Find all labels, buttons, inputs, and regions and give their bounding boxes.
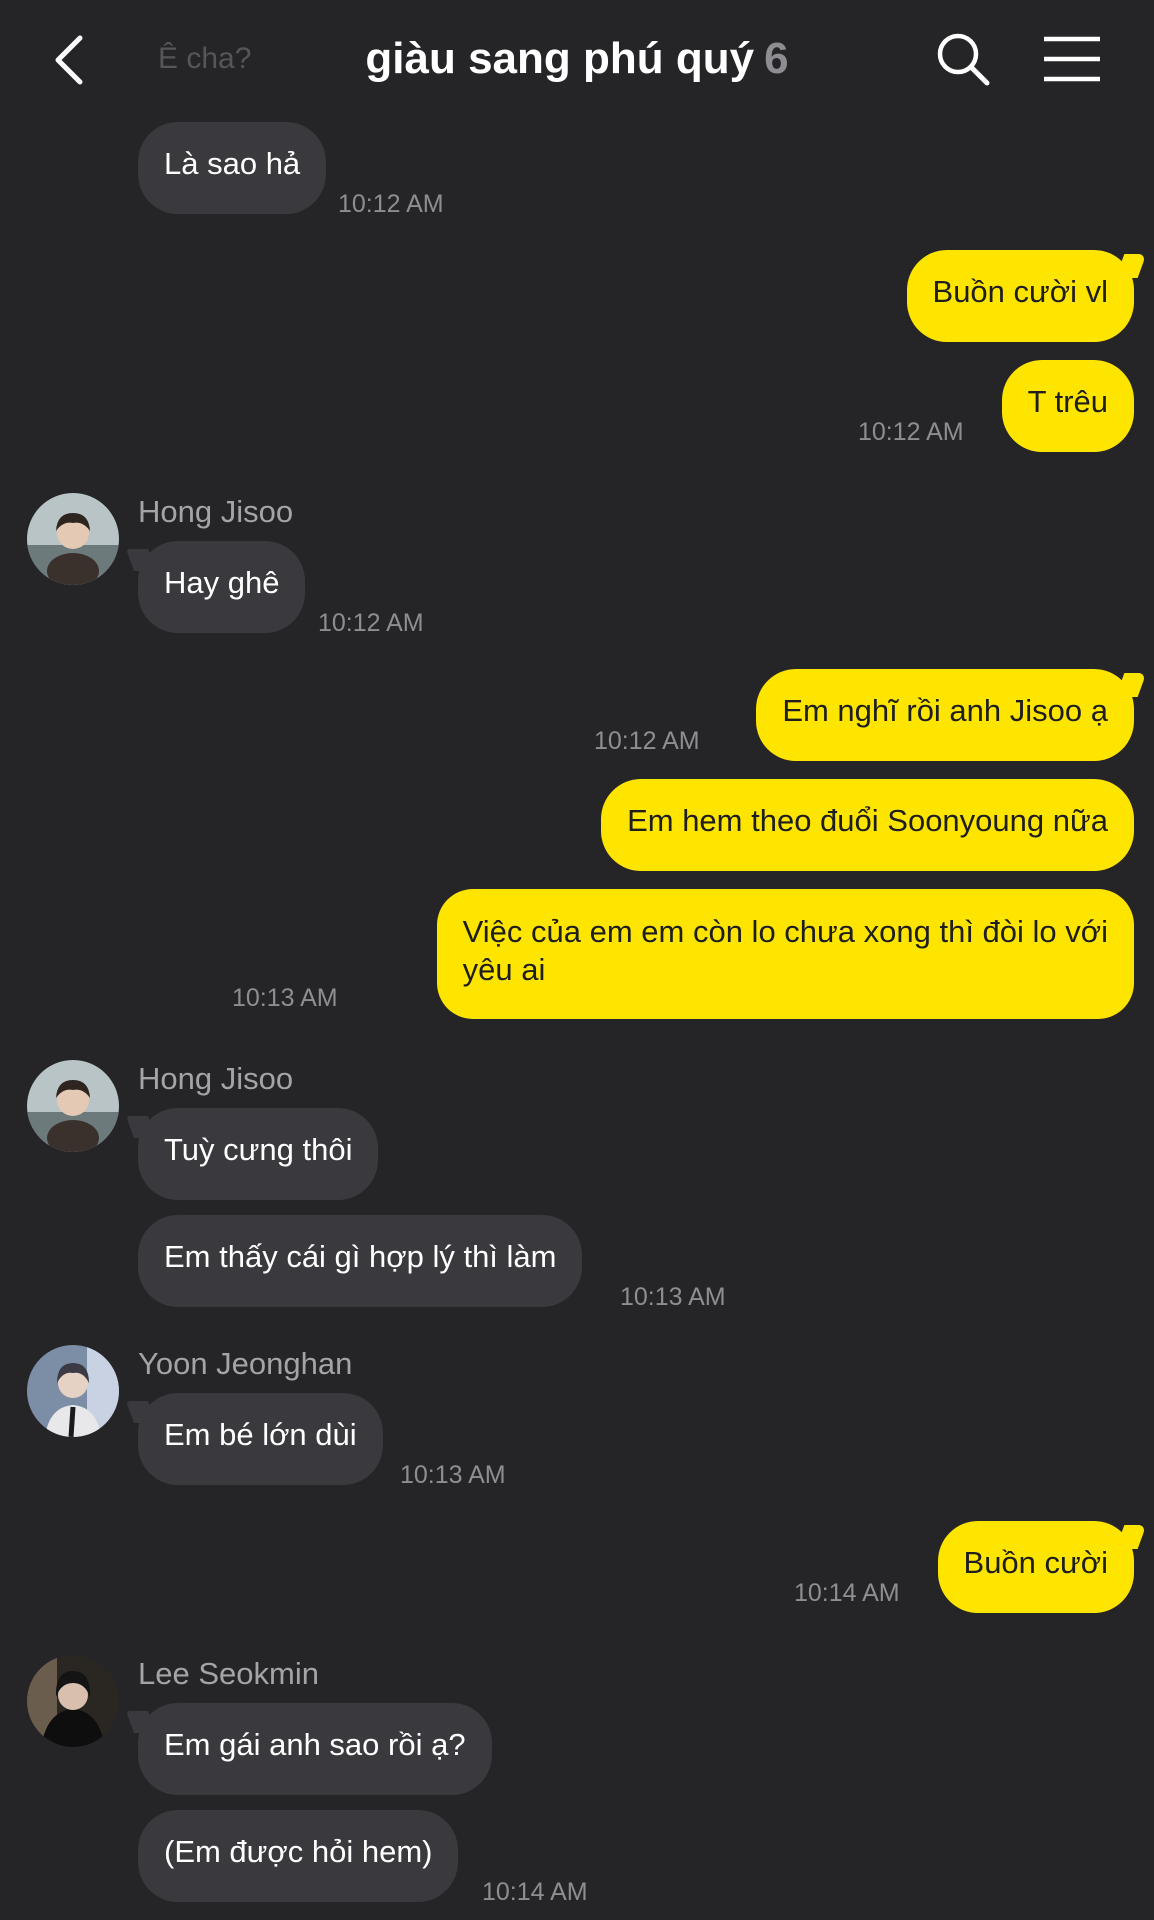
avatar[interactable] — [27, 1060, 119, 1152]
message-text: T trêu — [1027, 384, 1108, 419]
sender-name: Yoon Jeonghan — [138, 1346, 353, 1381]
search-icon[interactable] — [934, 30, 992, 88]
message-bubble[interactable]: Là sao hả — [138, 122, 327, 214]
message-bubble[interactable]: Hay ghê — [138, 541, 306, 633]
avatar[interactable] — [27, 493, 119, 585]
message-text: (Em được hỏi hem) — [164, 1834, 433, 1869]
message-text-line-1: Việc của em em còn lo chưa xong thì đòi … — [462, 914, 1108, 949]
message-text: Buồn cười vl — [932, 274, 1108, 309]
message-timestamp: 10:14 AM — [794, 1579, 900, 1607]
message-bubble[interactable]: Buồn cười vl — [906, 250, 1134, 342]
sender-name: Lee Seokmin — [138, 1656, 319, 1691]
chat-title-text: giàu sang phú quý — [365, 34, 755, 83]
message-timestamp: 10:12 AM — [338, 190, 444, 218]
message-text: Hay ghê — [164, 565, 280, 600]
avatar-image — [27, 1655, 119, 1747]
menu-icon[interactable] — [1040, 32, 1104, 86]
message-text: Em nghĩ rồi anh Jisoo ạ — [782, 693, 1108, 728]
avatar[interactable] — [27, 1655, 119, 1747]
message-bubble[interactable]: Buồn cười — [937, 1521, 1134, 1613]
avatar-image — [27, 1060, 119, 1152]
avatar[interactable] — [27, 1345, 119, 1437]
message-timestamp: 10:13 AM — [232, 984, 338, 1012]
message-bubble[interactable]: Em hem theo đuổi Soonyoung nữa — [601, 779, 1134, 871]
message-timestamp: 10:14 AM — [482, 1878, 588, 1906]
chat-header: Ê cha? giàu sang phú quý 6 — [0, 0, 1154, 120]
message-timestamp: 10:13 AM — [620, 1283, 726, 1311]
message-text: Em bé lớn dùi — [164, 1417, 357, 1452]
member-count: 6 — [764, 34, 789, 83]
message-bubble[interactable]: (Em được hỏi hem) — [138, 1810, 459, 1902]
message-bubble[interactable]: Tuỳ cưng thôi — [138, 1108, 379, 1200]
message-bubble[interactable]: Em thấy cái gì hợp lý thì làm — [138, 1215, 583, 1307]
message-bubble[interactable]: Em gái anh sao rồi ạ? — [138, 1703, 492, 1795]
message-text: Tuỳ cưng thôi — [164, 1132, 353, 1167]
message-timestamp: 10:13 AM — [400, 1461, 506, 1489]
message-text: Em thấy cái gì hợp lý thì làm — [164, 1239, 557, 1274]
avatar-image — [27, 1345, 119, 1437]
message-timestamp: 10:12 AM — [594, 727, 700, 755]
avatar-image — [27, 493, 119, 585]
message-timestamp: 10:12 AM — [858, 418, 964, 446]
message-text: Em hem theo đuổi Soonyoung nữa — [627, 803, 1108, 838]
message-text: Em gái anh sao rồi ạ? — [164, 1727, 466, 1762]
sender-name: Hong Jisoo — [138, 494, 294, 529]
message-bubble[interactable]: Em bé lớn dùi — [138, 1393, 383, 1485]
message-text: Buồn cười — [963, 1545, 1108, 1580]
message-timestamp: 10:12 AM — [318, 609, 424, 637]
message-text: Là sao hả — [164, 146, 301, 181]
message-bubble[interactable]: Việc của em em còn lo chưa xong thì đòi … — [436, 889, 1134, 1019]
message-bubble[interactable]: Em nghĩ rồi anh Jisoo ạ — [756, 669, 1134, 761]
sender-name: Hong Jisoo — [138, 1061, 294, 1096]
message-bubble[interactable]: T trêu — [1001, 360, 1134, 452]
message-text-line-2: yêu ai — [462, 952, 546, 987]
